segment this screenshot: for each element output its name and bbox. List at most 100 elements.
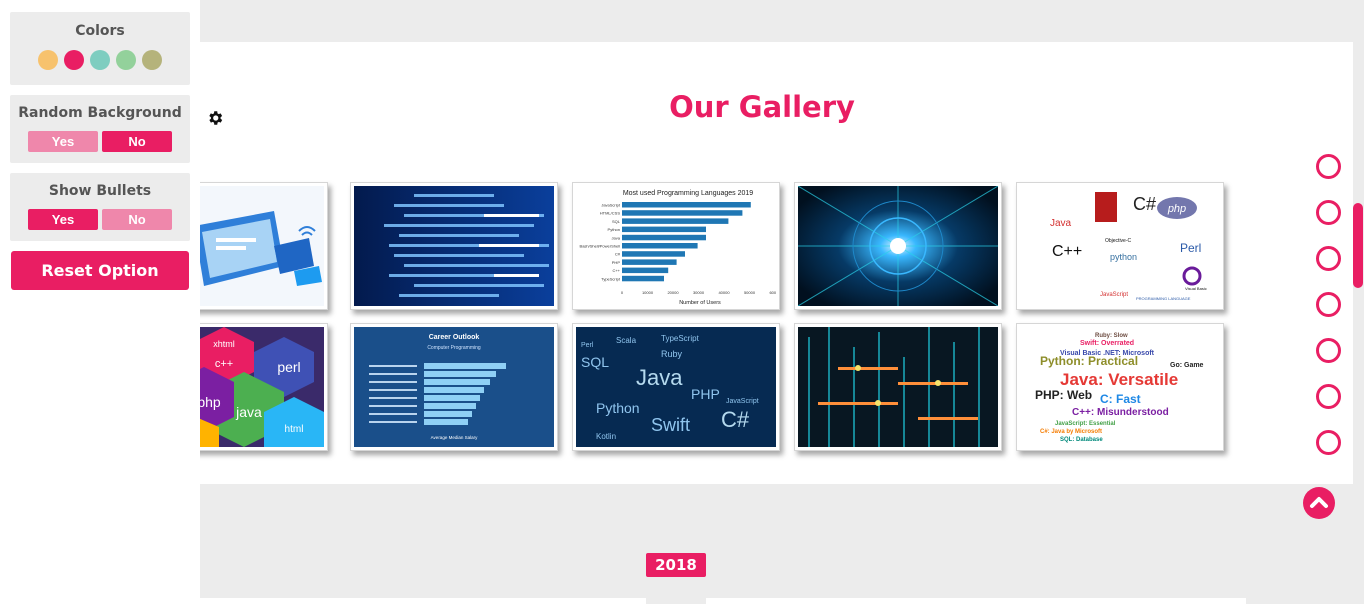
svg-text:SQL: SQL: [581, 354, 609, 370]
gallery-image-languages-chart[interactable]: Most used Programming Languages 2019 Jav…: [572, 182, 780, 310]
svg-text:Ruby: Slow: Ruby: Slow: [1095, 333, 1128, 339]
color-swatch-orange[interactable]: [38, 50, 58, 70]
svg-text:Computer Programming: Computer Programming: [427, 345, 481, 351]
svg-text:SQL: Database: SQL: Database: [1060, 437, 1103, 443]
color-swatch-olive[interactable]: [142, 50, 162, 70]
svg-text:perl: perl: [277, 359, 300, 375]
chart-bar: [622, 202, 751, 208]
svg-text:C#: Java by Microsoft: C#: Java by Microsoft: [1040, 429, 1102, 435]
chart-x-tick: 20000: [667, 290, 679, 295]
svg-text:Swift: Overrated: Swift: Overrated: [1080, 340, 1134, 347]
year-badge: 2018: [646, 553, 706, 577]
svg-text:JavaScript: JavaScript: [726, 398, 759, 405]
scroll-top-button[interactable]: [1303, 487, 1335, 519]
gallery-section: Our Gallery Most used Programming Langua…: [120, 42, 1353, 484]
random-background-no-button[interactable]: No: [102, 131, 172, 152]
timeline-card-right: [706, 598, 1246, 604]
svg-text:PHP: PHP: [691, 386, 720, 402]
chart-bar: [622, 234, 706, 241]
reset-option-button[interactable]: Reset Option: [11, 251, 189, 290]
svg-text:Visual Basic .NET: Microsoft: Visual Basic .NET: Microsoft: [1060, 350, 1155, 357]
gallery-image-matrix-city[interactable]: [794, 323, 1002, 451]
svg-text:Perl: Perl: [581, 342, 594, 349]
nav-bullet-1[interactable]: [1316, 154, 1341, 179]
career-outlook-icon: Career Outlook Computer Programming Aver…: [354, 327, 554, 447]
random-background-yes-button[interactable]: Yes: [28, 131, 98, 152]
svg-text:Ruby: Ruby: [661, 349, 683, 359]
chart-category-label: TypeScript: [601, 276, 621, 281]
nav-bullet-3[interactable]: [1316, 246, 1341, 271]
chart-bar: [622, 210, 743, 216]
chart-x-tick: 60000: [769, 290, 776, 295]
chart-bar: [622, 218, 729, 224]
nav-bullet-6[interactable]: [1316, 384, 1341, 409]
color-swatch-green[interactable]: [116, 50, 136, 70]
nav-bullet-4[interactable]: [1316, 292, 1341, 317]
nav-bullet-2[interactable]: [1316, 200, 1341, 225]
svg-text:html: html: [285, 424, 304, 435]
svg-text:JavaScript: JavaScript: [1100, 292, 1128, 298]
chart-bar: [622, 259, 677, 265]
svg-text:Java: Versatile: Java: Versatile: [1060, 370, 1178, 389]
chart-x-tick: 40000: [718, 290, 730, 295]
show-bullets-box: Show Bullets Yes No: [10, 173, 190, 241]
code-screen-icon: [354, 186, 554, 306]
languages-chart-title: Most used Programming Languages 2019: [623, 190, 753, 197]
chart-category-label: Python: [608, 227, 620, 232]
svg-text:Visual Basic: Visual Basic: [1185, 286, 1207, 291]
chart-x-tick: 50000: [744, 290, 756, 295]
nav-bullet-7[interactable]: [1316, 430, 1341, 455]
gallery-image-word-cloud[interactable]: Java: Versatile Python: Practical PHP: W…: [1016, 323, 1224, 451]
svg-text:C#: C#: [1133, 194, 1156, 214]
svg-text:Go: Game: Go: Game: [1170, 362, 1204, 369]
color-swatch-teal[interactable]: [90, 50, 110, 70]
svg-text:Python: Python: [596, 400, 640, 416]
matrix-city-icon: [798, 327, 998, 447]
chart-category-label: C++: [612, 268, 620, 273]
chart-bar: [622, 267, 669, 274]
svg-text:python: python: [1110, 252, 1137, 262]
language-word-cloud-icon: Java: Versatile Python: Practical PHP: W…: [1035, 333, 1204, 443]
show-bullets-yes-button[interactable]: Yes: [28, 209, 98, 230]
svg-text:xhtml: xhtml: [213, 339, 235, 349]
svg-text:php: php: [197, 394, 221, 410]
chart-category-label: PHP: [612, 260, 621, 265]
svg-text:Kotlin: Kotlin: [596, 432, 616, 441]
gallery-image-language-names[interactable]: SQL Java Ruby PHP Python Swift C# Scala …: [572, 323, 780, 451]
show-bullets-title: Show Bullets: [48, 183, 152, 199]
svg-text:C#: C#: [721, 407, 750, 432]
svg-text:php: php: [1167, 203, 1186, 215]
chart-x-tick: 0: [621, 290, 624, 295]
svg-text:Average Median Salary: Average Median Salary: [431, 435, 478, 440]
gear-icon[interactable]: [206, 109, 224, 127]
chart-category-label: HTML/CSS: [600, 211, 621, 216]
timeline-card-left: [200, 598, 646, 604]
colors-title: Colors: [75, 23, 125, 39]
chart-category-label: Java: [612, 235, 621, 240]
gallery-image-language-logos[interactable]: Java C# php C++ Objective-C python Perl …: [1016, 182, 1224, 310]
random-background-title: Random Background: [18, 105, 182, 121]
language-names-icon: SQL Java Ruby PHP Python Swift C# Scala …: [576, 327, 776, 447]
svg-text:C: Fast: C: Fast: [1100, 392, 1141, 406]
chart-x-tick: 30000: [693, 290, 705, 295]
most-used-languages-chart: Most used Programming Languages 2019 Jav…: [580, 190, 776, 306]
show-bullets-no-button[interactable]: No: [102, 209, 172, 230]
svg-text:Java: Java: [1050, 218, 1072, 229]
gallery-image-code-screen[interactable]: [350, 182, 558, 310]
svg-text:PROGRAMMING LANGUAGE: PROGRAMMING LANGUAGE: [1136, 296, 1191, 301]
random-background-box: Random Background Yes No: [10, 95, 190, 163]
svg-text:Objective-C: Objective-C: [1105, 238, 1132, 244]
chevron-up-icon: [1310, 497, 1328, 508]
language-logos-icon: Java C# php C++ Objective-C python Perl …: [1050, 192, 1207, 301]
gallery-image-digital-tunnel[interactable]: [794, 182, 1002, 310]
nav-bullet-5[interactable]: [1316, 338, 1341, 363]
svg-text:C++: C++: [1052, 243, 1082, 260]
chart-bar: [622, 251, 685, 257]
svg-text:c++: c++: [215, 358, 233, 370]
color-swatch-pink[interactable]: [64, 50, 84, 70]
scrollbar-thumb[interactable]: [1353, 203, 1363, 288]
chart-x-tick: 10000: [642, 290, 654, 295]
chart-category-label: SQL: [612, 219, 621, 224]
svg-text:TypeScript: TypeScript: [661, 334, 700, 343]
gallery-image-career-outlook[interactable]: Career Outlook Computer Programming Aver…: [350, 323, 558, 451]
